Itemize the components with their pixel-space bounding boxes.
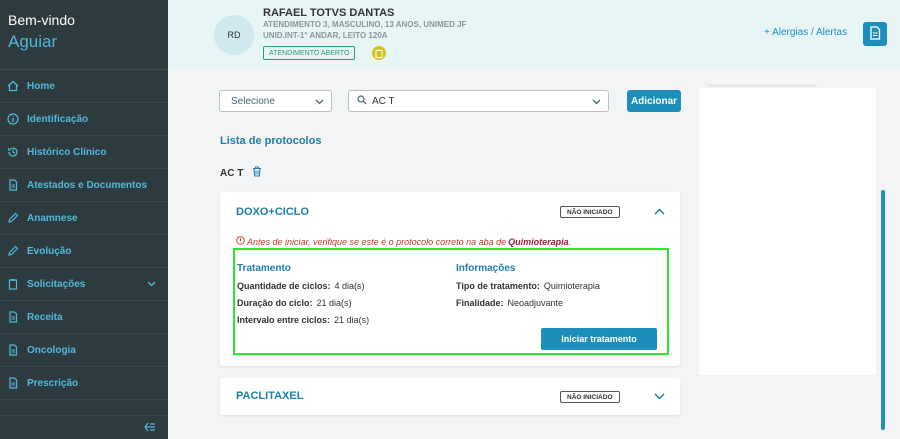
row-label: Quantidade de ciclos: [237, 281, 331, 291]
sidebar-item-historico[interactable]: Histórico Clínico [0, 136, 168, 169]
document-button[interactable] [863, 22, 887, 46]
treatment-header: Tratamento [237, 263, 291, 274]
patient-info: ATENDIMENTO 3, MASCULINO, 13 ANOS, UNIME… [263, 20, 467, 29]
document-icon [869, 25, 881, 43]
patient-header: RD RAFAEL TOTVS DANTAS ATENDIMENTO 3, MA… [168, 0, 900, 70]
home-icon [6, 79, 20, 93]
info-row: Finalidade: Neoadjuvante [456, 298, 563, 308]
info-row: Tipo de tratamento: Quimioterapia [456, 281, 600, 291]
protocol-type-select[interactable]: Selecione [219, 90, 332, 112]
document-icon [6, 178, 20, 192]
sidebar-item-label: Histórico Clínico [27, 146, 107, 158]
treatment-row: Quantidade de ciclos: 4 dia(s) [237, 281, 365, 291]
chevron-down-icon [315, 97, 324, 108]
info-header: Informações [456, 263, 516, 274]
sidebar-item-label: Oncologia [27, 344, 76, 356]
document-icon [6, 376, 20, 390]
scrollbar[interactable] [881, 190, 885, 430]
status-badge: ATENDIMENTO ABERTO [263, 46, 356, 60]
sidebar-item-solicitacoes[interactable]: Solicitações [0, 268, 168, 301]
add-button[interactable]: Adicionar [627, 90, 681, 112]
chemotherapy-tab-link[interactable]: Quimioterapia [508, 237, 569, 247]
info-icon [6, 112, 20, 126]
protocol-title[interactable]: PACLITAXEL [236, 390, 303, 402]
protocol-title[interactable]: DOXO+CICLO [236, 206, 309, 218]
patient-name: RAFAEL TOTVS DANTAS [263, 7, 395, 19]
sidebar-item-home[interactable]: Home [0, 70, 168, 103]
sidebar-item-label: Prescrição [27, 377, 79, 389]
document-icon [6, 310, 20, 324]
alerts-link[interactable]: + Alergias / Alertas [764, 27, 847, 38]
protocol-group-label: AC T [220, 168, 244, 179]
protocol-card: PACLITAXEL NÃO INICIADO [220, 378, 680, 415]
row-value: Quimioterapia [543, 281, 600, 291]
document-icon [6, 343, 20, 357]
row-label: Intervalo entre ciclos: [237, 315, 331, 325]
sidebar-item-label: Anamnese [27, 212, 78, 224]
search-value: AC T [372, 95, 395, 107]
row-value: 4 dia(s) [334, 281, 365, 291]
avatar: RD [214, 15, 254, 55]
sidebar-item-oncologia[interactable]: Oncologia [0, 334, 168, 367]
sidebar-item-label: Solicitações [27, 278, 86, 290]
sidebar-item-label: Receita [27, 311, 63, 323]
side-panel [699, 84, 876, 375]
start-treatment-button[interactable]: Iniciar tratamento [541, 328, 657, 350]
row-label: Tipo de tratamento: [456, 281, 540, 291]
chevron-down-icon[interactable] [654, 392, 665, 403]
sidebar-item-label: Atestados e Documentos [27, 179, 148, 191]
trash-icon[interactable] [252, 166, 262, 180]
pencil-icon [6, 244, 20, 258]
status-badge: NÃO INICIADO [560, 391, 620, 403]
sidebar-item-prescricao[interactable]: Prescrição [0, 367, 168, 400]
treatment-row: Duração do ciclo: 21 dia(s) [237, 298, 352, 308]
sidebar-item-evolucao[interactable]: Evolução [0, 235, 168, 268]
pencil-icon [6, 211, 20, 225]
protocol-search-input[interactable]: AC T [348, 90, 609, 112]
clipboard-icon [6, 277, 20, 291]
collapse-sidebar-icon[interactable] [144, 422, 156, 435]
sidebar-item-label: Evolução [27, 245, 72, 257]
patient-location: UNID.INT-1° ANDAR, LEITO 120A [263, 31, 388, 40]
sidebar-item-identificacao[interactable]: Identificação [0, 103, 168, 136]
select-value: Selecione [231, 95, 275, 107]
welcome-text: Bem-vindo [8, 12, 75, 28]
warning-text: Antes de iniciar, verifique se este é o … [247, 236, 507, 247]
warning-icon [236, 236, 247, 247]
warning-period: . [568, 236, 572, 247]
row-label: Duração do ciclo: [237, 298, 313, 308]
row-value: 21 dia(s) [334, 315, 370, 325]
chevron-down-icon [592, 97, 601, 108]
treatment-row: Intervalo entre ciclos: 21 dia(s) [237, 315, 369, 325]
row-value: 21 dia(s) [316, 298, 352, 308]
sidebar-item-atestados[interactable]: Atestados e Documentos [0, 169, 168, 202]
faded-heading [707, 84, 817, 87]
protocol-warning: Antes de iniciar, verifique se este é o … [236, 236, 571, 247]
sidebar-item-receita[interactable]: Receita [0, 301, 168, 334]
row-value: Neoadjuvante [507, 298, 564, 308]
sidebar-header: Bem-vindo Aguiar [0, 0, 168, 70]
sidebar-footer [0, 415, 168, 439]
sidebar: Bem-vindo Aguiar Home Identificação Hist… [0, 0, 168, 439]
clipboard-alert-icon[interactable] [372, 46, 386, 60]
sidebar-item-anamnese[interactable]: Anamnese [0, 202, 168, 235]
user-name: Aguiar [8, 32, 58, 51]
row-label: Finalidade: [456, 298, 504, 308]
protocol-list-title: Lista de protocolos [220, 135, 322, 147]
search-icon [357, 94, 367, 108]
chevron-down-icon [147, 279, 156, 290]
protocol-details-highlight: Tratamento Quantidade de ciclos: 4 dia(s)… [233, 248, 669, 355]
sidebar-item-label: Identificação [27, 113, 89, 125]
chevron-up-icon[interactable] [654, 207, 665, 218]
sidebar-item-label: Home [27, 80, 55, 92]
history-icon [6, 145, 20, 159]
status-badge: NÃO INICIADO [560, 206, 620, 218]
